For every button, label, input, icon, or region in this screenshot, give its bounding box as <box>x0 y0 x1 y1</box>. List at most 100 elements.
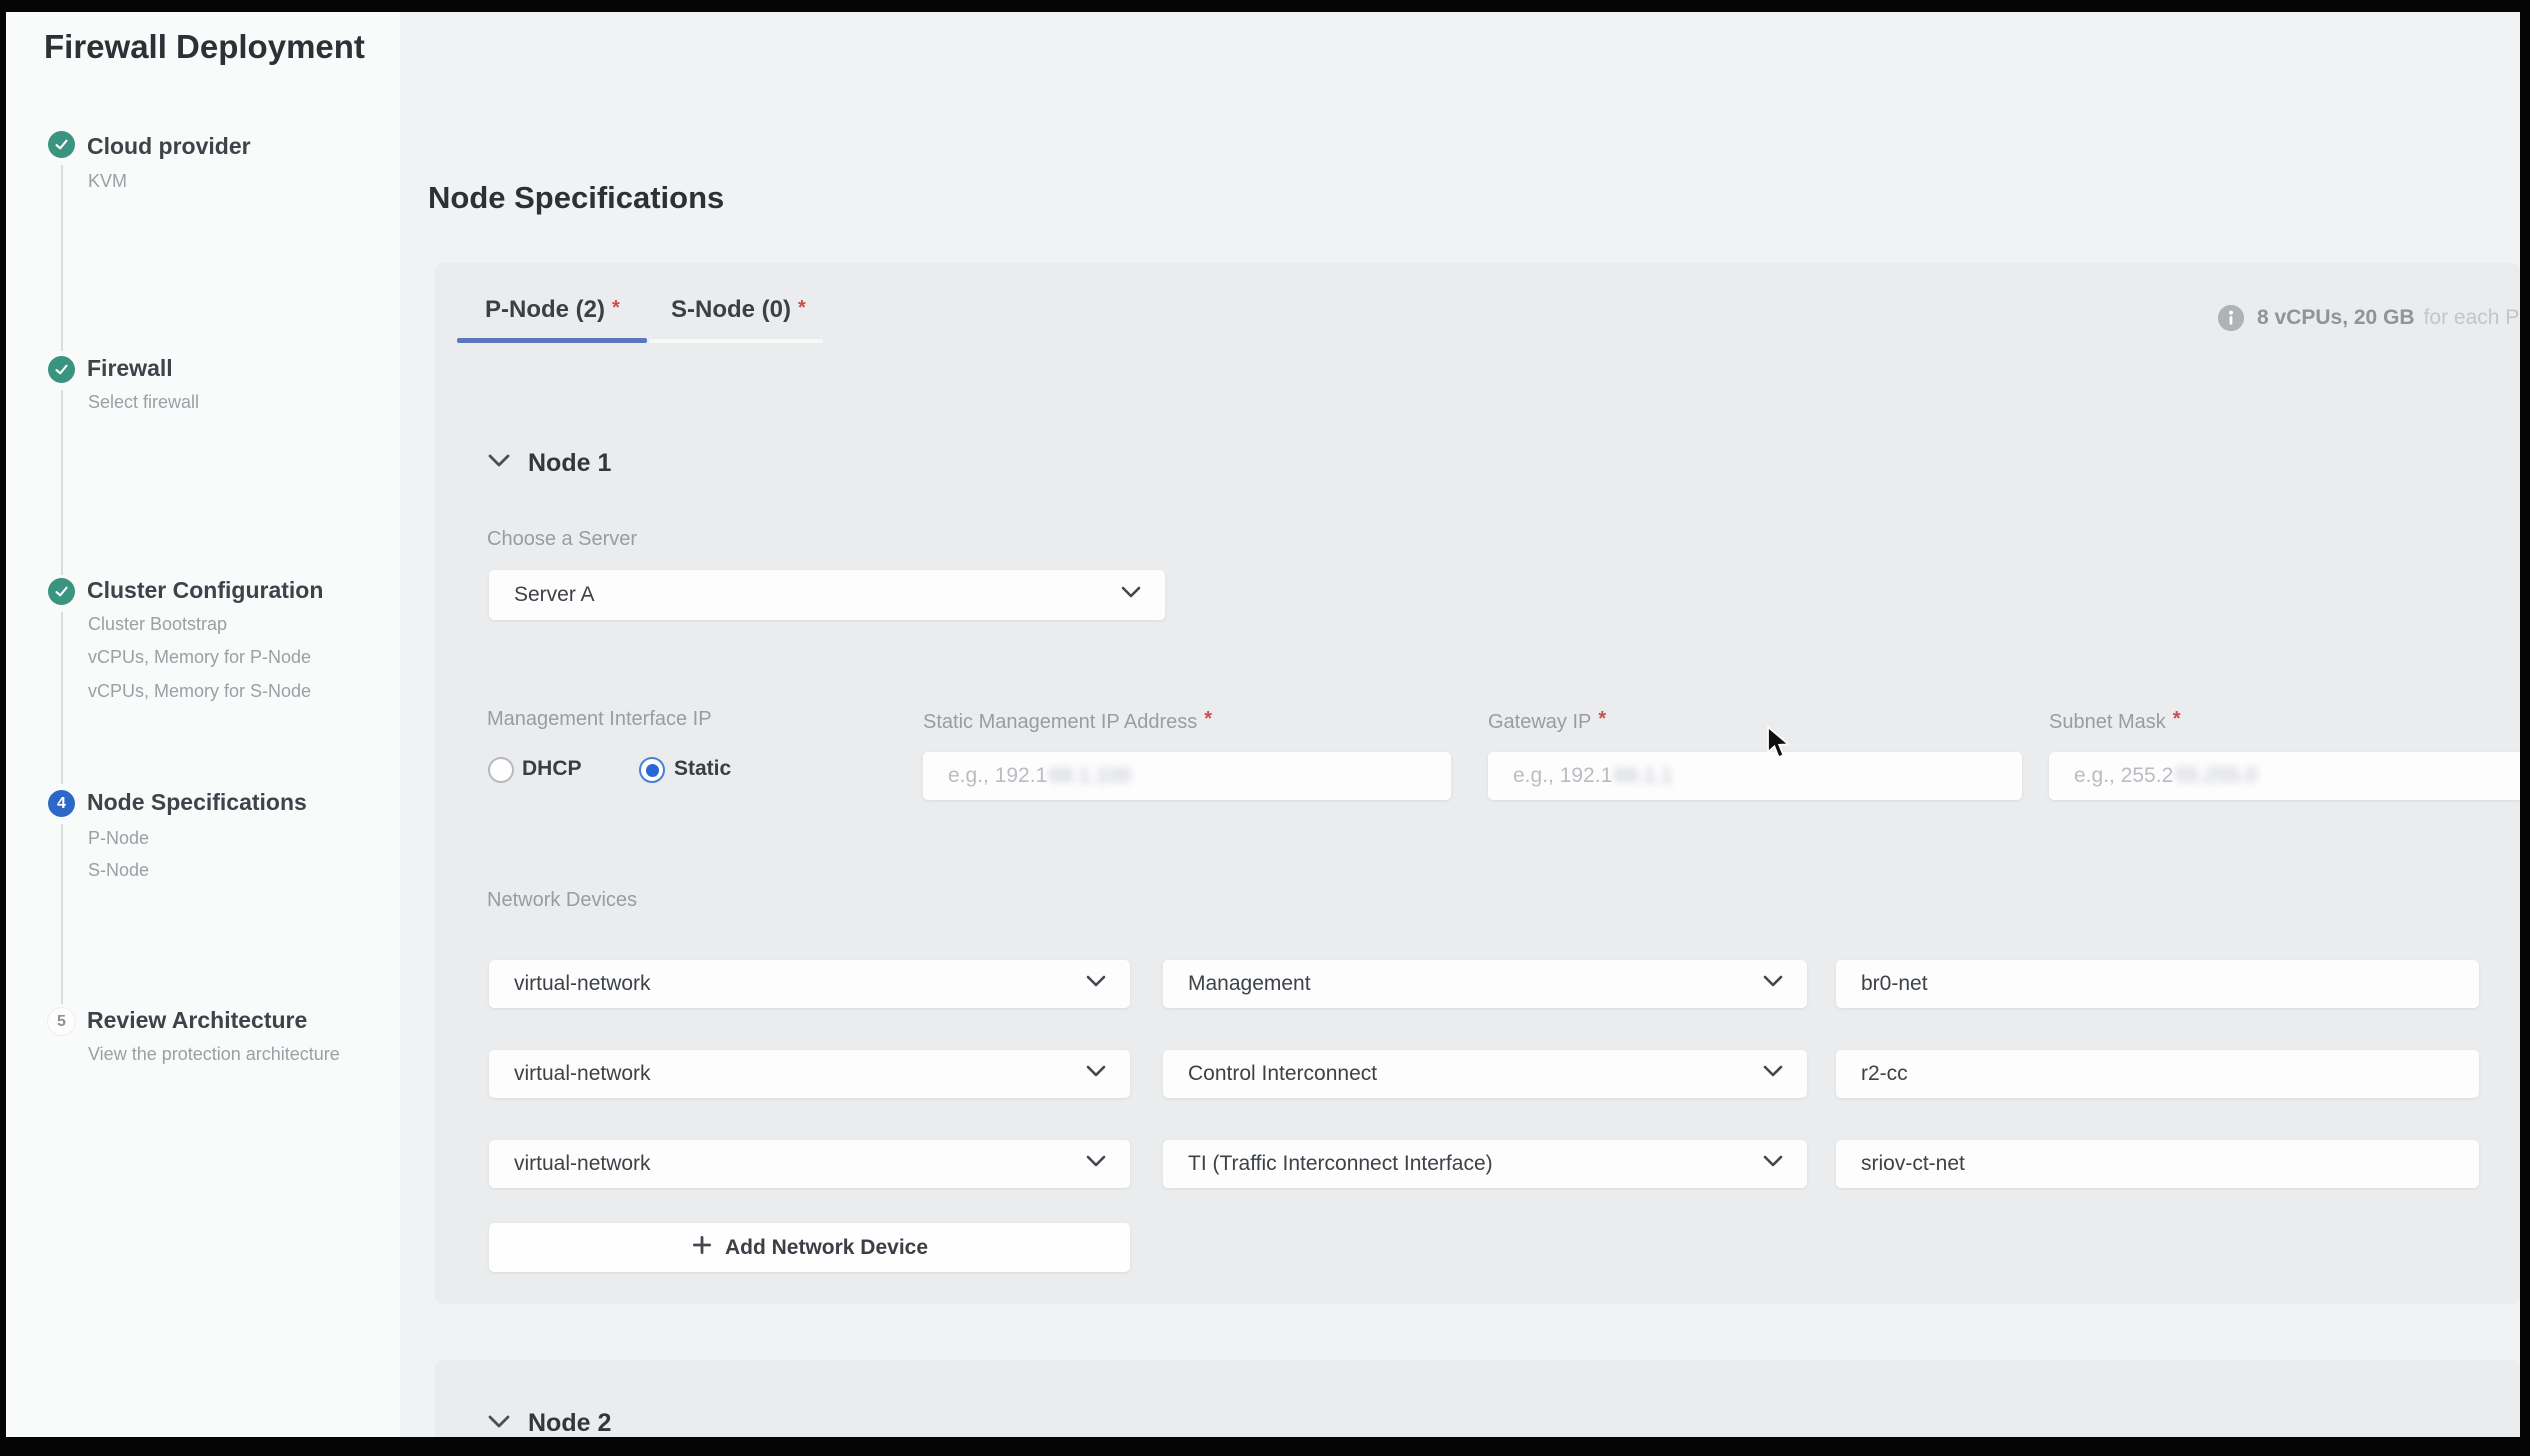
device-type-select[interactable]: virtual-network <box>489 1050 1130 1098</box>
device-name-value: br0-net <box>1836 972 1928 996</box>
plus-icon <box>691 1234 713 1261</box>
step-subtitle: S-Node <box>88 860 149 881</box>
stepper-connector <box>61 612 63 784</box>
tab-snode[interactable]: S-Node (0) * <box>671 296 806 324</box>
server-select-value: Server A <box>489 583 595 607</box>
stepper-connector <box>61 165 63 351</box>
device-type-select[interactable]: virtual-network <box>489 960 1130 1008</box>
window-border <box>0 0 6 1456</box>
resources-value: 8 vCPUs, 20 GB <box>2257 306 2415 330</box>
choose-server-label: Choose a Server <box>487 528 637 551</box>
placeholder-text: e.g., 192.1 <box>1488 764 1612 788</box>
idle-tab-underline <box>649 339 823 343</box>
required-asterisk: * <box>612 297 620 319</box>
add-network-device-label: Add Network Device <box>725 1236 928 1260</box>
section-heading: Node Specifications <box>428 180 724 216</box>
placeholder-redacted: 68.1.1 <box>1612 764 1672 788</box>
placeholder-redacted: 55.255.0 <box>2173 764 2257 788</box>
step-complete-check-icon <box>48 131 75 158</box>
firewall-deployment-window: Firewall Deployment Cloud provider KVM F… <box>0 0 2530 1456</box>
window-border <box>0 1437 2530 1456</box>
window-border <box>0 0 2530 12</box>
device-type-select[interactable]: virtual-network <box>489 1140 1130 1188</box>
step-title: Review Architecture <box>87 1007 307 1034</box>
device-name-input[interactable]: r2-cc <box>1836 1050 2479 1098</box>
device-mapping-value: Management <box>1163 972 1311 996</box>
device-name-value: r2-cc <box>1836 1062 1908 1086</box>
field-label-text: Static Management IP Address <box>923 711 1197 733</box>
step-title: Node Specifications <box>87 789 307 816</box>
chevron-down-icon <box>1086 1065 1106 1083</box>
step-subtitle: vCPUs, Memory for S-Node <box>88 681 311 702</box>
node1-title: Node 1 <box>528 449 611 478</box>
radio-static-label: Static <box>674 757 731 781</box>
mouse-cursor <box>1765 726 1795 765</box>
device-mapping-value: Control Interconnect <box>1163 1062 1377 1086</box>
device-mapping-value: TI (Traffic Interconnect Interface) <box>1163 1152 1493 1176</box>
chevron-down-icon <box>1086 1155 1106 1173</box>
step-title: Cluster Configuration <box>87 577 323 604</box>
required-asterisk: * <box>1204 708 1212 730</box>
step-number-badge: 5 <box>48 1008 75 1035</box>
step-complete-check-icon <box>48 356 75 383</box>
step-subtitle: KVM <box>88 171 127 192</box>
device-type-value: virtual-network <box>489 1062 651 1086</box>
network-devices-label: Network Devices <box>487 889 637 912</box>
active-tab-underline <box>457 338 647 343</box>
device-type-value: virtual-network <box>489 972 651 996</box>
device-mapping-select[interactable]: Management <box>1163 960 1807 1008</box>
device-mapping-select[interactable]: TI (Traffic Interconnect Interface) <box>1163 1140 1807 1188</box>
step-subtitle: P-Node <box>88 828 149 849</box>
step-subtitle: vCPUs, Memory for P-Node <box>88 647 311 668</box>
static-ip-label: Static Management IP Address * <box>923 708 1212 734</box>
gateway-ip-input[interactable]: e.g., 192.168.1.1 <box>1488 752 2022 800</box>
device-type-value: virtual-network <box>489 1152 651 1176</box>
radio-dhcp-label: DHCP <box>522 757 582 781</box>
step-title: Cloud provider <box>87 133 251 160</box>
tab-label: S-Node (0) <box>671 296 791 323</box>
placeholder-text: e.g., 255.2 <box>2049 764 2173 788</box>
field-label-text: Subnet Mask <box>2049 711 2166 733</box>
node2-title: Node 2 <box>528 1409 611 1438</box>
radio-selected-icon <box>639 757 665 783</box>
chevron-down-icon <box>1086 975 1106 993</box>
step-complete-check-icon <box>48 578 75 605</box>
step-number-badge: 4 <box>48 790 75 817</box>
step-subtitle: Select firewall <box>88 392 199 413</box>
required-asterisk: * <box>1598 708 1606 730</box>
stepper-connector <box>61 390 63 575</box>
device-name-input[interactable]: sriov-ct-net <box>1836 1140 2479 1188</box>
placeholder-redacted: 68.1.100 <box>1047 764 1131 788</box>
subnet-mask-label: Subnet Mask * <box>2049 708 2181 734</box>
chevron-down-icon <box>1121 586 1141 604</box>
stepper-connector <box>61 824 63 1004</box>
chevron-down-icon <box>487 453 511 474</box>
window-border <box>2520 0 2530 1456</box>
static-ip-input[interactable]: e.g., 192.168.1.100 <box>923 752 1451 800</box>
step-subtitle: Cluster Bootstrap <box>88 614 227 635</box>
page-title: Firewall Deployment <box>44 28 365 66</box>
resources-info: 8 vCPUs, 20 GB for each P-N <box>2218 300 2520 336</box>
radio-circle-icon <box>488 757 514 783</box>
stepper-sidebar <box>6 12 400 1437</box>
step-subtitle: View the protection architecture <box>88 1044 340 1065</box>
mgmt-interface-ip-label: Management Interface IP <box>487 708 712 731</box>
field-label-text: Gateway IP <box>1488 711 1591 733</box>
chevron-down-icon <box>1763 975 1783 993</box>
subnet-mask-input[interactable]: e.g., 255.255.255.0 <box>2049 752 2520 800</box>
tab-label: P-Node (2) <box>485 296 605 323</box>
device-name-input[interactable]: br0-net <box>1836 960 2479 1008</box>
add-network-device-button[interactable]: Add Network Device <box>489 1223 1130 1272</box>
gateway-ip-label: Gateway IP * <box>1488 708 1606 734</box>
device-mapping-select[interactable]: Control Interconnect <box>1163 1050 1807 1098</box>
required-asterisk: * <box>798 297 806 319</box>
chevron-down-icon <box>487 1414 511 1435</box>
chevron-down-icon <box>1763 1155 1783 1173</box>
resources-note: for each P-N <box>2424 306 2520 330</box>
step-title: Firewall <box>87 355 173 382</box>
required-asterisk: * <box>2173 708 2181 730</box>
placeholder-text: e.g., 192.1 <box>923 764 1047 788</box>
tab-pnode[interactable]: P-Node (2) * <box>457 296 620 324</box>
chevron-down-icon <box>1763 1065 1783 1083</box>
server-select[interactable]: Server A <box>489 570 1165 620</box>
